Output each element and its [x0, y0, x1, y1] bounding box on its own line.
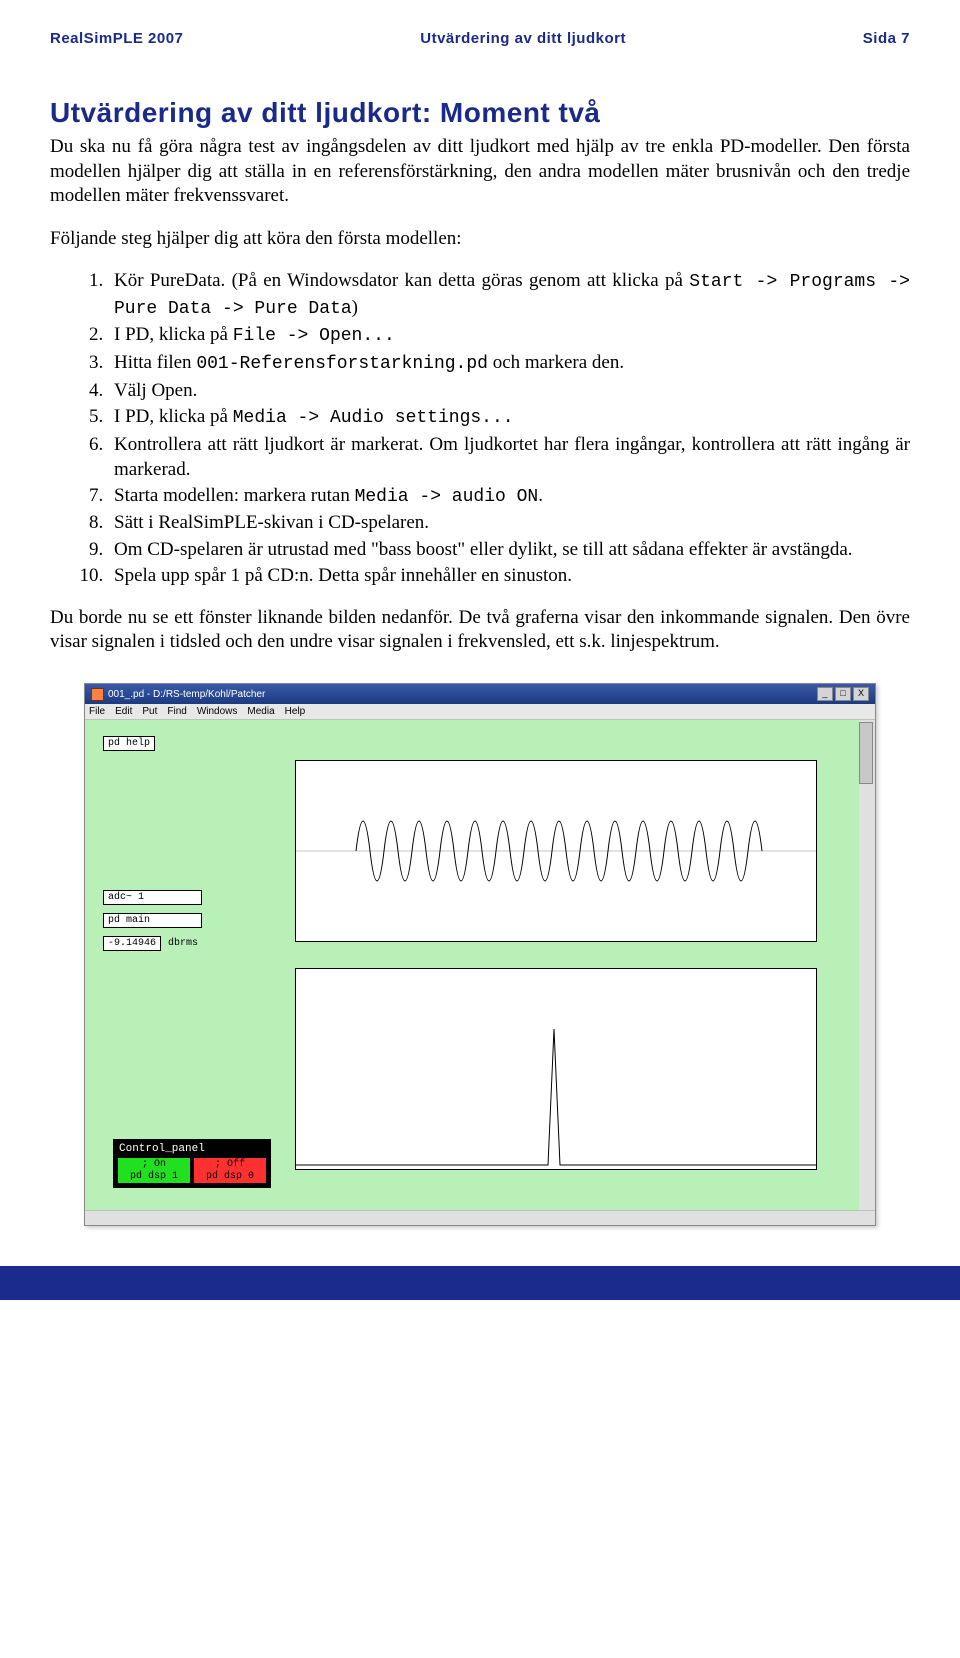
pd-box-help[interactable]: pd help [103, 736, 155, 751]
pd-canvas: pd help adc~ 1 pd main -9.14946 dbrms [85, 720, 875, 1210]
menu-put[interactable]: Put [142, 706, 157, 717]
close-button[interactable]: X [853, 687, 869, 701]
pd-label-dbrms: dbrms [164, 937, 202, 950]
scrollbar-thumb[interactable] [859, 722, 873, 784]
step-7: Starta modellen: markera rutan Media -> … [108, 483, 910, 510]
pd-window-title: 001_.pd - D:/RS-temp/Kohl/Patcher [108, 689, 265, 700]
header-center: Utvärdering av ditt ljudkort [420, 30, 626, 47]
maximize-button[interactable]: □ [835, 687, 851, 701]
menu-edit[interactable]: Edit [115, 706, 132, 717]
step-10: Spela upp spår 1 på CD:n. Detta spår inn… [108, 563, 910, 588]
step-3: Hitta filen 001-Referensforstarkning.pd … [108, 350, 910, 377]
intro-paragraph-1: Du ska nu få göra några test av ingångsd… [50, 135, 910, 209]
spectrum-peak-icon [296, 969, 816, 1169]
dsp-on-button[interactable]: ; On pd dsp 1 [117, 1157, 191, 1184]
pd-window: 001_.pd - D:/RS-temp/Kohl/Patcher _ □ X … [84, 683, 876, 1226]
step-5: I PD, klicka på Media -> Audio settings.… [108, 404, 910, 431]
menu-find[interactable]: Find [167, 706, 186, 717]
menu-windows[interactable]: Windows [197, 706, 238, 717]
menu-file[interactable]: File [89, 706, 105, 717]
embedded-screenshot: 001_.pd - D:/RS-temp/Kohl/Patcher _ □ X … [50, 683, 910, 1226]
step-8: Sätt i RealSimPLE-skivan i CD-spelaren. [108, 510, 910, 535]
menu-media[interactable]: Media [247, 706, 274, 717]
page-header: RealSimPLE 2007 Utvärdering av ditt ljud… [50, 30, 910, 47]
step-9: Om CD-spelaren är utrustad med "bass boo… [108, 537, 910, 562]
pd-spectrum-graph [295, 968, 817, 1170]
pd-box-adc[interactable]: adc~ 1 [103, 890, 202, 905]
step-1: Kör PureData. (På en Windowsdator kan de… [108, 268, 910, 322]
minimize-button[interactable]: _ [817, 687, 833, 701]
pd-control-title: Control_panel [117, 1143, 267, 1157]
header-left: RealSimPLE 2007 [50, 30, 183, 47]
pd-control-panel: Control_panel ; On pd dsp 1 ; Off pd dsp… [113, 1139, 271, 1188]
pd-titlebar: 001_.pd - D:/RS-temp/Kohl/Patcher _ □ X [85, 684, 875, 704]
app-icon [91, 688, 104, 701]
pd-time-graph [295, 760, 817, 942]
header-right: Sida 7 [863, 30, 910, 47]
step-4: Välj Open. [108, 378, 910, 403]
menu-help[interactable]: Help [285, 706, 306, 717]
step-6: Kontrollera att rätt ljudkort är markera… [108, 432, 910, 482]
pd-menubar: File Edit Put Find Windows Media Help [85, 704, 875, 720]
pd-box-value[interactable]: -9.14946 [103, 936, 161, 951]
pd-box-main[interactable]: pd main [103, 913, 202, 928]
page-footer-bar [0, 1266, 960, 1300]
after-paragraph: Du borde nu se ett fönster liknande bild… [50, 606, 910, 655]
horizontal-scrollbar[interactable] [85, 1210, 875, 1225]
page-title: Utvärdering av ditt ljudkort: Moment två [50, 97, 910, 129]
intro-paragraph-2: Följande steg hjälper dig att köra den f… [50, 227, 910, 252]
sine-wave-icon [296, 761, 816, 941]
dsp-off-button[interactable]: ; Off pd dsp 0 [193, 1157, 267, 1184]
step-2: I PD, klicka på File -> Open... [108, 322, 910, 349]
steps-list: Kör PureData. (På en Windowsdator kan de… [50, 268, 910, 588]
